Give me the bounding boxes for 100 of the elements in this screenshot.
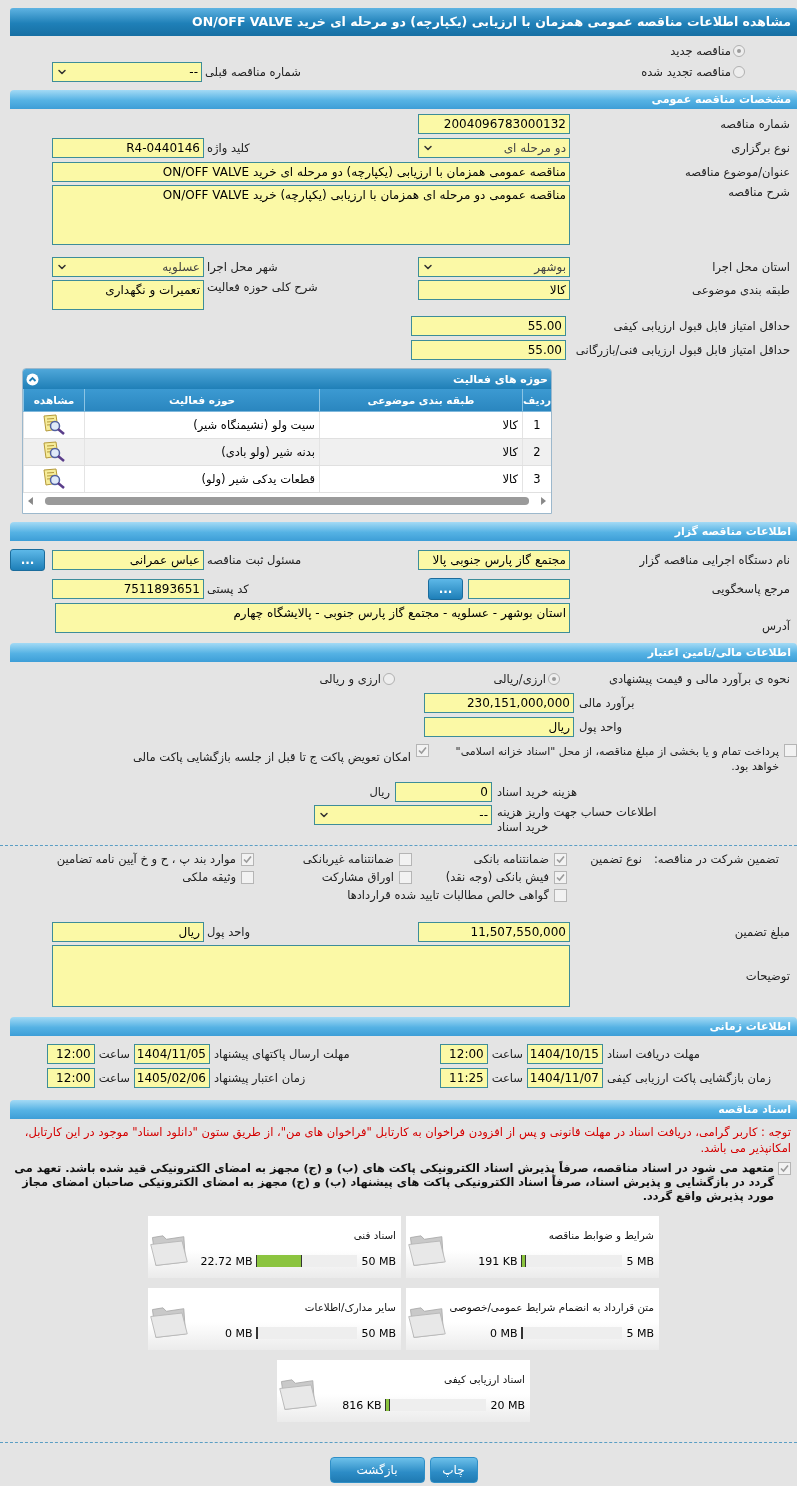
registrar-field[interactable]: عباس عمرانی [52,550,204,570]
checkbox-label: امکان تعویض پاکت ج تا قبل از جلسه بازگشایی پاکت مالی [131,750,411,765]
activity-summary-field[interactable]: تعمیرات و نگهداری [52,280,204,310]
field-label: مهلت دریافت اسناد [607,1047,701,1061]
technical-score-field[interactable]: 55.00 [411,339,566,360]
field-label: ساعت [98,1071,130,1085]
time-field[interactable]: 12:00 [46,1068,95,1088]
magnifier-icon[interactable] [42,414,66,436]
guarantee-currency-field[interactable]: ریال [52,921,204,942]
estimate-field[interactable]: 230,151,000,000 [424,692,574,713]
radio-button[interactable] [733,65,745,78]
field-label: حداقل امتیاز قابل قبول ارزیابی کیفی [612,318,791,333]
table-cell: قطعات یدکی شیر (ولو) [84,466,319,492]
field-label: زمان بازگشایی پاکت ارزیابی کیفی [607,1071,773,1085]
print-button[interactable]: چاپ [429,1457,478,1483]
date-field[interactable]: 1404/11/07 [527,1068,603,1088]
commitment-text: متعهد می شود در اسناد مناقصه، صرفاً پذیرش اسناد الکترونیکی پاکت های (ب) و (ج) مجهز به امضای الکترونیکی قید شده باشد. تعهد می گردد در بازگشایی و پذیرش اسناد، صرفاً اسناد الکترونیکی پاکت های پیشنهاد (ب) و (ج) مجهز به امضای الکترونیکی صاحبان امضای مجاز مورد پذیرش واقع گردد. [14,1162,774,1204]
section-header: اطلاعات زمانی [10,1017,797,1036]
checkbox-label: پرداخت تمام و یا بخشی از مبلغ مناقصه، از محل "اسناد خزانه اسلامی" خواهد بود. [454,744,779,774]
checkbox[interactable] [554,852,567,866]
time-field[interactable]: 12:00 [46,1044,95,1064]
field-label: اطلاعات حساب جهت واریز هزینه خرید اسناد [497,805,658,835]
date-field[interactable]: 1404/10/15 [527,1044,603,1064]
checkbox[interactable] [554,888,567,902]
document-title: سایر مدارک/اطلاعات [303,1300,396,1313]
subject-field[interactable]: مناقصه عمومی همزمان با ارزیابی (یکپارچه) دو مرحله ای خرید ON/OFF VALVE [52,161,570,182]
size-limit: 20 MB [490,1398,525,1412]
checkbox[interactable] [778,1162,791,1175]
city-select[interactable]: عسلویه [52,256,204,277]
checkbox[interactable] [241,870,254,884]
field-label: زمان اعتبار پیشنهاد [214,1071,307,1085]
field-label: هزینه خرید اسناد [497,784,579,799]
field-label: مبلغ تضمین [733,924,791,939]
column-header: حوزه فعالیت [84,389,319,411]
page-title: مشاهده اطلاعات مناقصه عمومی همزمان با ارزیابی (یکپارچه) دو مرحله ای خرید ON/OFF VALVE [10,8,797,36]
time-field[interactable]: 11:25 [439,1068,488,1088]
field-label: گواهی خالص مطالبات تایید شده قراردادها [347,888,549,902]
keyword-field[interactable]: R4-0440146 [52,137,204,158]
reference-field[interactable] [468,579,570,599]
field-label: واحد پول [207,924,251,939]
quality-score-field[interactable]: 55.00 [411,315,566,336]
time-field[interactable]: 12:00 [439,1044,488,1064]
description-field[interactable]: مناقصه عمومی دو مرحله ای همزمان با ارزیابی (یکپارچه) خرید ON/OFF VALVE [52,185,570,245]
notice-text: توجه : کاربر گرامی، دریافت اسناد در مهلت قانونی و پس از افزودن فراخوان به کارتابل "فراخوان های من"، از طریق ستون "دانلود اسناد" موجود در این کارتابل، امکانپذیر می باشد. [23,1124,792,1156]
field-label: مهلت ارسال پاکتهای پیشنهاد [214,1047,351,1061]
size-used: 0 MB [224,1326,253,1340]
notes-field[interactable] [52,945,570,1007]
checkbox[interactable] [416,744,429,757]
field-label: ضمانتنامه بانکی [473,852,549,866]
magnifier-icon[interactable] [42,468,66,490]
size-limit: 5 MB [626,1326,654,1340]
field-label: شماره مناقصه [719,116,791,131]
holding-type-select[interactable]: دو مرحله ای [418,137,570,158]
province-select[interactable]: بوشهر [418,256,570,277]
radio-button[interactable] [733,44,745,57]
previous-tender-select[interactable]: -- [52,61,202,82]
account-select[interactable]: -- [314,805,492,825]
radio-button[interactable] [548,672,560,685]
section-header: اطلاعات مالی/تامین اعتبار [10,643,797,662]
date-field[interactable]: 1404/11/05 [134,1044,210,1064]
field-label: نحوه ی برآورد مالی و قیمت پیشنهادی [607,671,791,686]
field-label: واحد پول [579,719,624,734]
field-label: حداقل امتیاز قابل قبول ارزیابی فنی/بازرگانی [574,342,791,357]
field-label: مناقصه تجدید شده [641,64,731,79]
field-label: ضمانتنامه غیربانکی [302,852,394,866]
document-title: متن قرارداد به انضمام شرایط عمومی/خصوصی [448,1300,654,1313]
field-label: اوراق مشارکت [321,870,394,884]
checkbox[interactable] [554,870,567,884]
field-label: برآورد مالی [579,695,636,710]
field-label: ارزی و ریالی [319,671,381,686]
field-label: نوع برگزاری [730,140,791,155]
organization-field[interactable]: مجتمع گاز پارس جنوبی پالا [418,550,570,570]
document-title: اسناد فنی [352,1228,396,1241]
back-button[interactable]: بازگشت [329,1457,425,1483]
table-cell: کالا [319,412,522,438]
field-label: فیش بانکی (وجه نقد) [445,870,549,884]
radio-button[interactable] [383,672,395,685]
category-field[interactable]: کالا [418,280,570,300]
address-field[interactable]: استان بوشهر - عسلویه - مجتمع گاز پارس جنوبی - پالایشگاه چهارم [55,603,570,633]
field-label: تضمین شرکت در مناقصه: [652,852,780,866]
guarantee-amount-field[interactable]: 11,507,550,000 [418,921,570,942]
field-label: کلید واژه [207,140,250,155]
field-label: وثیقه ملکی [182,870,236,884]
checkbox[interactable] [399,870,412,884]
document-fee-field[interactable]: 0 [395,781,492,802]
checkbox[interactable] [399,852,412,866]
collapse-icon[interactable] [26,372,39,386]
field-label: نام دستگاه اجرایی مناقصه گزار [638,553,791,567]
size-limit: 5 MB [626,1254,654,1268]
field-label: موارد بند پ ، ح و خ آیین نامه تضامین [56,852,236,866]
postal-code-field[interactable]: 7511893651 [52,579,204,599]
checkbox[interactable] [784,744,797,757]
tender-number-field[interactable]: 2004096783000132 [418,113,570,134]
magnifier-icon[interactable] [42,441,66,463]
table-cell: 3 [522,466,551,492]
date-field[interactable]: 1405/02/06 [134,1068,210,1088]
currency-field[interactable]: ریال [424,716,574,737]
table-cell: 2 [522,439,551,465]
checkbox[interactable] [241,852,254,866]
document-title: شرایط و ضوابط مناقصه [547,1228,654,1241]
